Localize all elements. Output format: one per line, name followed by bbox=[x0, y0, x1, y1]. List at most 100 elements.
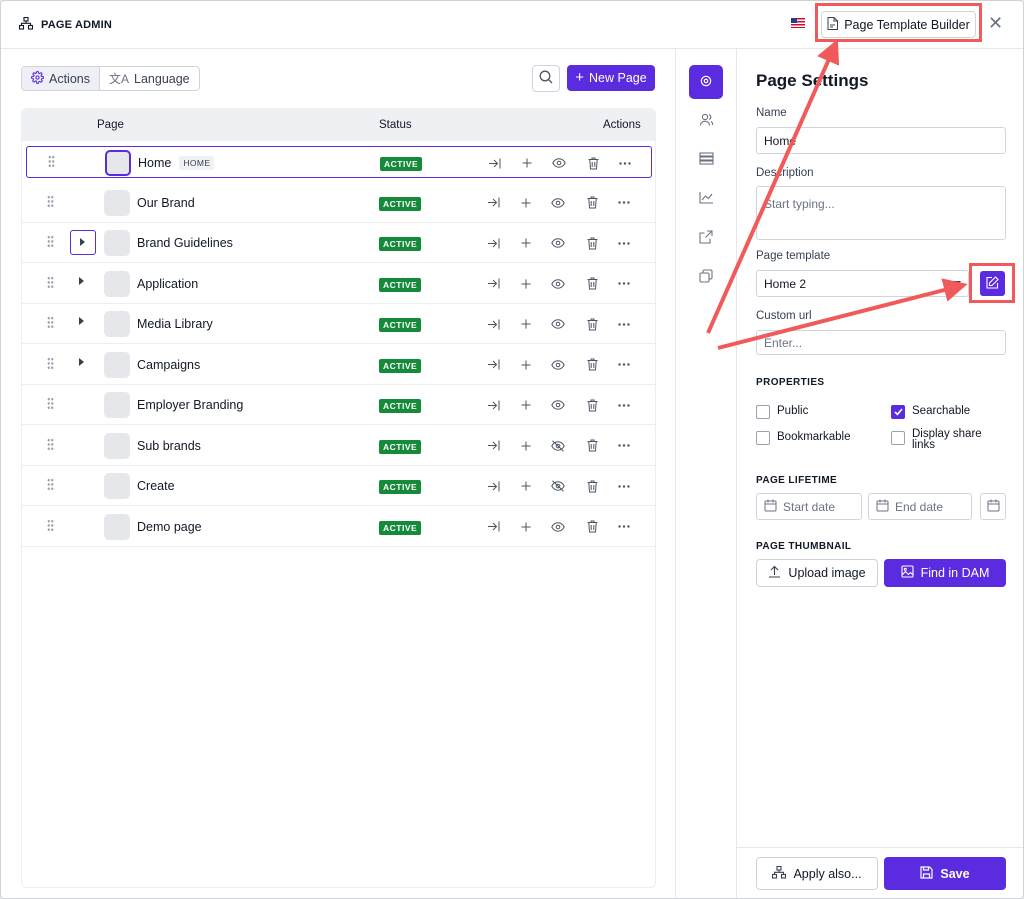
table-row[interactable]: Campaigns ACTIVE bbox=[22, 345, 655, 385]
page-name[interactable]: Campaigns bbox=[137, 358, 200, 372]
close-icon[interactable]: ✕ bbox=[988, 14, 1003, 32]
trash-icon[interactable] bbox=[584, 478, 600, 494]
drag-handle-icon[interactable] bbox=[47, 356, 54, 370]
caret-right-icon[interactable] bbox=[79, 276, 84, 285]
table-row[interactable]: Demo page ACTIVE bbox=[22, 507, 655, 547]
description-field[interactable]: Start typing... bbox=[756, 186, 1006, 240]
publish-icon[interactable] bbox=[485, 276, 501, 292]
tab-duplicate[interactable] bbox=[689, 260, 723, 294]
table-row[interactable]: Media Library ACTIVE bbox=[22, 304, 655, 344]
more-options-icon[interactable] bbox=[616, 276, 632, 292]
display-share-links-checkbox[interactable]: Display share links bbox=[891, 429, 982, 450]
page-name[interactable]: Sub brands bbox=[137, 439, 201, 453]
caret-right-icon[interactable] bbox=[79, 357, 84, 366]
page-name[interactable]: Application bbox=[137, 277, 198, 291]
us-flag-icon[interactable] bbox=[791, 18, 805, 28]
tab-analytics[interactable] bbox=[689, 182, 723, 216]
eye-icon[interactable] bbox=[550, 316, 566, 332]
drag-handle-icon[interactable] bbox=[47, 235, 54, 248]
more-options-icon[interactable] bbox=[616, 235, 632, 251]
trash-icon[interactable] bbox=[585, 155, 601, 171]
add-subpage-icon[interactable] bbox=[518, 519, 534, 535]
trash-icon[interactable] bbox=[584, 357, 600, 373]
find-in-dam-button[interactable]: Find in DAM bbox=[884, 559, 1006, 587]
drag-handle-icon[interactable] bbox=[47, 397, 54, 410]
add-subpage-icon[interactable] bbox=[518, 478, 534, 494]
add-subpage-icon[interactable] bbox=[518, 316, 534, 332]
public-checkbox[interactable]: Public bbox=[756, 405, 808, 419]
tab-settings[interactable] bbox=[689, 65, 723, 99]
trash-icon[interactable] bbox=[584, 397, 600, 413]
table-row[interactable]: Our Brand ACTIVE bbox=[22, 183, 655, 223]
drag-handle-icon[interactable] bbox=[47, 316, 54, 329]
trash-icon[interactable] bbox=[584, 235, 600, 251]
expand-toggle[interactable] bbox=[70, 230, 96, 255]
save-button[interactable]: Save bbox=[884, 857, 1006, 890]
trash-icon[interactable] bbox=[584, 276, 600, 292]
add-subpage-icon[interactable] bbox=[518, 397, 534, 413]
page-name[interactable]: Home HOME bbox=[138, 156, 215, 170]
apply-also-button[interactable]: Apply also... bbox=[756, 857, 878, 890]
table-row[interactable]: Brand Guidelines ACTIVE bbox=[22, 223, 655, 263]
end-date-field[interactable]: End date bbox=[868, 493, 972, 520]
add-subpage-icon[interactable] bbox=[518, 195, 534, 211]
table-row[interactable]: Sub brands ACTIVE bbox=[22, 426, 655, 466]
search-button[interactable] bbox=[532, 65, 560, 92]
publish-icon[interactable] bbox=[486, 155, 502, 171]
language-toggle[interactable]: 文A Language bbox=[100, 67, 199, 90]
publish-icon[interactable] bbox=[485, 316, 501, 332]
table-row[interactable]: Create ACTIVE bbox=[22, 466, 655, 506]
tab-share[interactable] bbox=[689, 221, 723, 255]
page-name[interactable]: Employer Branding bbox=[137, 398, 243, 412]
page-name[interactable]: Our Brand bbox=[137, 196, 195, 210]
drag-handle-icon[interactable] bbox=[47, 518, 54, 532]
more-options-icon[interactable] bbox=[616, 519, 632, 535]
table-row[interactable]: Application ACTIVE bbox=[22, 264, 655, 304]
eye-icon[interactable] bbox=[550, 195, 566, 211]
more-options-icon[interactable] bbox=[616, 438, 632, 454]
eye-icon[interactable] bbox=[550, 357, 566, 373]
trash-icon[interactable] bbox=[584, 316, 600, 332]
page-template-select[interactable]: Home 2 bbox=[756, 270, 969, 297]
table-row[interactable]: Employer Branding ACTIVE bbox=[22, 385, 655, 425]
eye-off-icon[interactable] bbox=[550, 478, 566, 494]
publish-icon[interactable] bbox=[485, 438, 501, 454]
bookmarkable-checkbox[interactable]: Bookmarkable bbox=[756, 431, 851, 445]
trash-icon[interactable] bbox=[584, 519, 600, 535]
eye-icon[interactable] bbox=[550, 235, 566, 251]
add-subpage-icon[interactable] bbox=[518, 276, 534, 292]
more-options-icon[interactable] bbox=[616, 316, 632, 332]
drag-handle-icon[interactable] bbox=[48, 155, 55, 168]
add-subpage-icon[interactable] bbox=[518, 357, 534, 373]
new-page-button[interactable]: + New Page bbox=[567, 65, 655, 91]
more-options-icon[interactable] bbox=[616, 478, 632, 494]
eye-icon[interactable] bbox=[550, 276, 566, 292]
page-name[interactable]: Create bbox=[137, 479, 175, 493]
drag-handle-icon[interactable] bbox=[47, 437, 54, 451]
page-name[interactable]: Brand Guidelines bbox=[137, 236, 233, 250]
actions-toggle[interactable]: Actions bbox=[22, 67, 100, 90]
eye-icon[interactable] bbox=[551, 155, 567, 171]
publish-icon[interactable] bbox=[485, 357, 501, 373]
drag-handle-icon[interactable] bbox=[47, 194, 54, 208]
name-field[interactable]: Home bbox=[756, 127, 1006, 154]
eye-off-icon[interactable] bbox=[550, 438, 566, 454]
drag-handle-icon[interactable] bbox=[47, 275, 54, 289]
more-options-icon[interactable] bbox=[617, 155, 633, 171]
custom-url-field[interactable]: Enter... bbox=[756, 330, 1006, 355]
date-picker-button[interactable] bbox=[980, 493, 1006, 520]
tab-layers[interactable] bbox=[689, 143, 723, 177]
start-date-field[interactable]: Start date bbox=[756, 493, 862, 520]
trash-icon[interactable] bbox=[584, 195, 600, 211]
publish-icon[interactable] bbox=[485, 195, 501, 211]
publish-icon[interactable] bbox=[485, 519, 501, 535]
drag-handle-icon[interactable] bbox=[47, 478, 54, 491]
publish-icon[interactable] bbox=[485, 478, 501, 494]
more-options-icon[interactable] bbox=[616, 357, 632, 373]
add-subpage-icon[interactable] bbox=[518, 438, 534, 454]
add-subpage-icon[interactable] bbox=[519, 155, 535, 171]
trash-icon[interactable] bbox=[584, 438, 600, 454]
upload-image-button[interactable]: Upload image bbox=[756, 559, 878, 587]
searchable-checkbox[interactable]: Searchable bbox=[891, 405, 970, 419]
eye-icon[interactable] bbox=[550, 519, 566, 535]
